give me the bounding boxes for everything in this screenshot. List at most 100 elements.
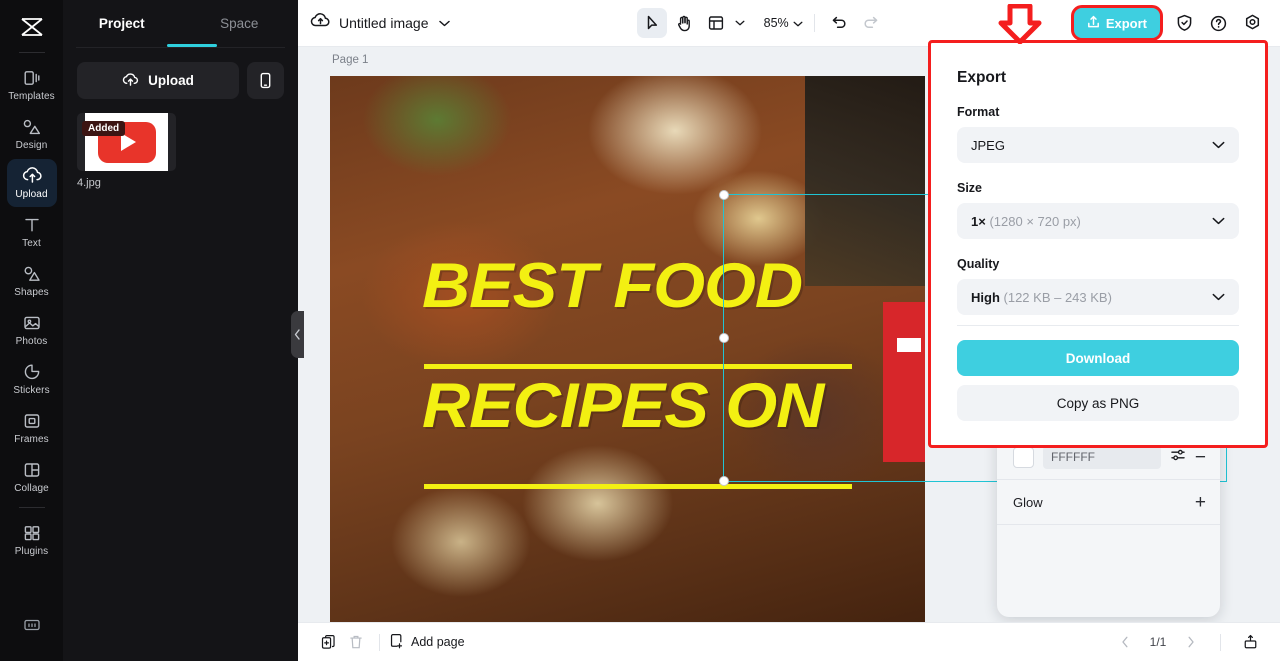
annotation-arrow-icon xyxy=(996,3,1044,49)
stroke-color-swatch[interactable] xyxy=(1013,446,1034,468)
added-badge: Added xyxy=(82,121,126,136)
sidebar-item-collage[interactable]: Collage xyxy=(7,453,57,501)
stroke-hex-input[interactable]: FFFFFF xyxy=(1043,445,1161,469)
tab-project[interactable]: Project xyxy=(63,1,181,47)
left-icon-rail: Templates Design Upload Text Shapes Photos Sti… xyxy=(0,0,63,661)
add-page-label: Add page xyxy=(411,635,465,649)
size-label: Size xyxy=(957,181,983,195)
size-value-dimensions: (1280 × 720 px) xyxy=(989,213,1081,229)
text-icon xyxy=(22,215,42,235)
project-panel: Project Space Upload Added 4.jpg xyxy=(63,0,298,661)
help-question-icon[interactable] xyxy=(1204,8,1234,38)
mobile-phone-icon[interactable] xyxy=(247,62,284,99)
add-glow-button[interactable]: + xyxy=(1195,493,1206,512)
chevron-down-icon xyxy=(438,14,450,32)
collage-icon xyxy=(22,460,42,480)
remove-stroke-button[interactable]: − xyxy=(1195,448,1206,467)
format-label: Format xyxy=(957,105,1000,119)
sidebar-item-upload[interactable]: Upload xyxy=(6,159,57,207)
property-row-glow[interactable]: Glow + xyxy=(997,480,1220,525)
upload-button-label: Upload xyxy=(148,73,194,88)
keyboard-shortcuts-icon[interactable] xyxy=(7,601,57,649)
design-icon xyxy=(22,117,42,137)
property-label: Glow xyxy=(1013,494,1043,510)
settings-gear-icon[interactable] xyxy=(1238,8,1268,38)
export-button-label: Export xyxy=(1105,15,1147,31)
copy-as-png-button[interactable]: Copy as PNG xyxy=(957,385,1239,421)
format-chevron-down-icon xyxy=(1212,136,1225,154)
zoom-control[interactable]: 85% xyxy=(759,14,805,32)
download-button[interactable]: Download xyxy=(957,340,1239,376)
hand-icon[interactable] xyxy=(669,8,699,38)
chevron-left-icon[interactable] xyxy=(1111,628,1139,656)
sidebar-item-label: Photos xyxy=(15,336,48,347)
sidebar-item-stickers[interactable]: Stickers xyxy=(7,355,57,403)
document-title[interactable]: Untitled image xyxy=(339,14,450,32)
rail-divider-top xyxy=(18,52,45,53)
quality-value-level: High xyxy=(971,289,1000,305)
topbar-right: Export xyxy=(1070,5,1268,41)
sidebar-item-label: Text xyxy=(22,238,41,249)
panel-collapse-handle[interactable] xyxy=(291,311,304,358)
sidebar-item-templates[interactable]: Templates xyxy=(7,61,57,109)
sidebar-item-design[interactable]: Design xyxy=(7,110,57,158)
zoom-chevron-down-icon xyxy=(793,14,803,32)
page-indicator: 1/1 xyxy=(1149,635,1167,649)
chevron-right-icon[interactable] xyxy=(1177,628,1205,656)
size-value-multiplier: 1× xyxy=(971,213,986,229)
page-navigation: 1/1 xyxy=(1111,628,1264,656)
sidebar-item-label: Upload xyxy=(15,189,48,200)
quality-chevron-down-icon xyxy=(1212,288,1225,306)
present-export-icon[interactable] xyxy=(1236,628,1264,656)
upload-cloud-icon xyxy=(22,166,42,186)
format-select[interactable]: JPEG xyxy=(957,127,1239,163)
sidebar-item-plugins[interactable]: Plugins xyxy=(7,516,57,564)
export-button-highlight: Export xyxy=(1070,5,1163,41)
asset-filename: 4.jpg xyxy=(77,177,101,189)
sidebar-item-photos[interactable]: Photos xyxy=(7,306,57,354)
capcut-logo-icon[interactable] xyxy=(12,10,52,44)
size-chevron-down-icon xyxy=(1212,212,1225,230)
artboard[interactable]: BEST FOOD RECIPES ON xyxy=(330,76,925,622)
photos-icon xyxy=(22,313,42,333)
design-title-line-1[interactable]: BEST FOOD xyxy=(422,227,888,346)
size-select[interactable]: 1× (1280 × 720 px) xyxy=(957,203,1239,239)
export-button[interactable]: Export xyxy=(1073,8,1160,38)
layout-dropdown[interactable] xyxy=(733,20,747,26)
shield-check-icon[interactable] xyxy=(1170,8,1200,38)
trash-icon[interactable] xyxy=(342,628,370,656)
asset-thumbnail[interactable]: Added xyxy=(77,113,176,171)
bottom-toolbar: Add page 1/1 xyxy=(298,622,1280,661)
sidebar-item-text[interactable]: Text xyxy=(7,208,57,256)
quality-label: Quality xyxy=(957,257,1000,271)
sidebar-item-shapes[interactable]: Shapes xyxy=(7,257,57,305)
page-label: Page 1 xyxy=(332,54,369,66)
undo-icon[interactable] xyxy=(824,8,854,38)
stickers-icon xyxy=(22,362,42,382)
active-tab-indicator xyxy=(167,44,217,47)
frames-icon xyxy=(22,411,42,431)
cursor-arrow-icon[interactable] xyxy=(637,8,668,38)
add-page-button[interactable]: Add page xyxy=(389,633,465,652)
tab-space[interactable]: Space xyxy=(181,1,299,47)
sliders-icon[interactable] xyxy=(1170,448,1186,467)
sidebar-item-frames[interactable]: Frames xyxy=(7,404,57,452)
duplicate-page-icon[interactable] xyxy=(314,628,342,656)
redo-icon[interactable] xyxy=(856,8,886,38)
format-value: JPEG xyxy=(971,137,1005,153)
add-page-icon xyxy=(389,633,404,652)
sidebar-item-label: Stickers xyxy=(13,385,50,396)
panel-tabs: Project Space xyxy=(63,0,298,47)
quality-select[interactable]: High (122 KB – 243 KB) xyxy=(957,279,1239,315)
export-dropdown-panel: Export Format JPEG Size 1× (1280 × 720 p… xyxy=(928,40,1268,448)
design-title-line-2[interactable]: RECIPES ON xyxy=(422,347,888,466)
canvas-tools: 85% xyxy=(637,8,886,38)
cloud-sync-icon[interactable] xyxy=(310,12,331,34)
upload-button[interactable]: Upload xyxy=(77,62,239,99)
sidebar-item-label: Shapes xyxy=(14,287,49,298)
frame-layout-icon[interactable] xyxy=(701,8,731,38)
sidebar-item-label: Frames xyxy=(14,434,49,445)
rail-divider-bottom xyxy=(18,507,45,508)
shapes-icon xyxy=(22,264,42,284)
bottombar-divider-right xyxy=(1220,633,1221,651)
